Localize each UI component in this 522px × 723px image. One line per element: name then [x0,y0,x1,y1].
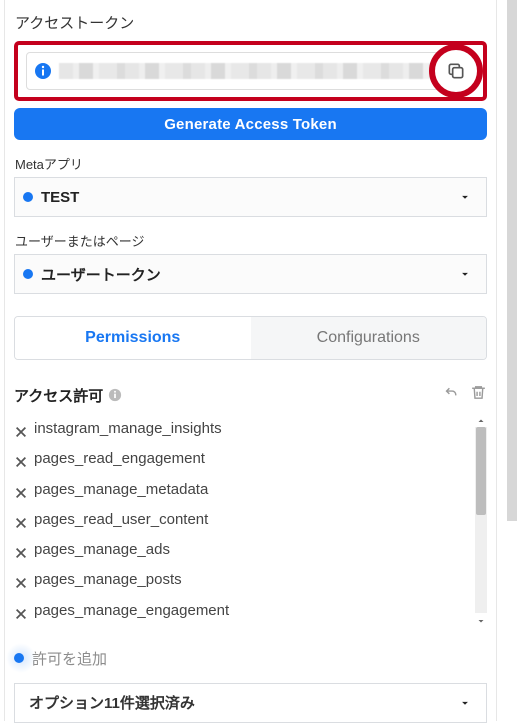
graph-explorer-panel: アクセストークン Generate Access Token Metaアプリ [0,0,500,721]
copy-icon [446,61,466,81]
remove-permission-button[interactable] [14,452,28,466]
pulse-indicator-icon [6,643,36,673]
user-or-page-selected-value: ユーザートークン [41,264,458,285]
scroll-up-icon[interactable] [475,414,487,426]
permissions-list: instagram_manage_insights pages_read_eng… [14,414,469,626]
permission-item: pages_manage_ads [14,535,469,565]
permission-item: pages_read_engagement [14,444,469,474]
permission-name: pages_manage_posts [34,567,182,593]
access-token-value-obscured [59,63,466,79]
permissions-heading: アクセス許可 [14,385,103,406]
permission-item: pages_manage_engagement [14,596,469,626]
options-selected-label: オプション11件選択済み [29,692,458,713]
user-or-page-label: ユーザーまたはページ [14,231,487,250]
chevron-down-icon [458,696,472,710]
remove-permission-button[interactable] [14,422,28,436]
scroll-thumb[interactable] [476,427,486,515]
permission-name: pages_manage_metadata [34,477,208,503]
access-token-highlight-box [14,41,487,101]
permission-name: pages_manage_engagement [34,598,229,624]
meta-app-select[interactable]: TEST [14,177,487,217]
scroll-down-icon[interactable] [475,614,487,626]
chevron-down-icon [458,267,472,281]
add-permission-label: 許可を追加 [32,648,107,669]
undo-button[interactable] [443,384,460,406]
chevron-down-icon [458,190,472,204]
remove-permission-button[interactable] [14,573,28,587]
permissions-scrollbar[interactable] [475,414,487,626]
info-icon [35,63,51,79]
options-selected-select[interactable]: オプション11件選択済み [14,683,487,723]
remove-permission-button[interactable] [14,483,28,497]
tab-configurations[interactable]: Configurations [251,317,487,359]
permission-name: pages_read_engagement [34,446,205,472]
permission-item: instagram_manage_insights [14,414,469,444]
access-token-section-title: アクセストークン [14,12,487,33]
remove-permission-button[interactable] [14,513,28,527]
permission-item: pages_read_user_content [14,505,469,535]
remove-permission-button[interactable] [14,543,28,557]
add-permission-link[interactable]: 許可を追加 [14,648,487,669]
permission-name: instagram_manage_insights [34,416,222,442]
permission-name: pages_read_user_content [34,507,208,533]
clear-all-button[interactable] [470,384,487,406]
page-scrollbar[interactable] [507,0,517,521]
copy-token-button[interactable] [429,44,483,98]
meta-app-label: Metaアプリ [14,154,487,173]
permission-name: pages_manage_ads [34,537,170,563]
indicator-dot-icon [23,192,33,202]
tabs: Permissions Configurations [14,316,487,360]
generate-access-token-button[interactable]: Generate Access Token [14,108,487,140]
remove-permission-button[interactable] [14,604,28,618]
meta-app-selected-value: TEST [41,189,458,206]
scroll-track[interactable] [475,427,487,613]
permission-item: pages_manage_metadata [14,475,469,505]
tab-permissions[interactable]: Permissions [15,317,251,359]
permission-item: pages_manage_posts [14,565,469,595]
access-token-field[interactable] [26,52,475,90]
info-icon [108,388,122,402]
indicator-dot-icon [23,269,33,279]
user-or-page-select[interactable]: ユーザートークン [14,254,487,294]
